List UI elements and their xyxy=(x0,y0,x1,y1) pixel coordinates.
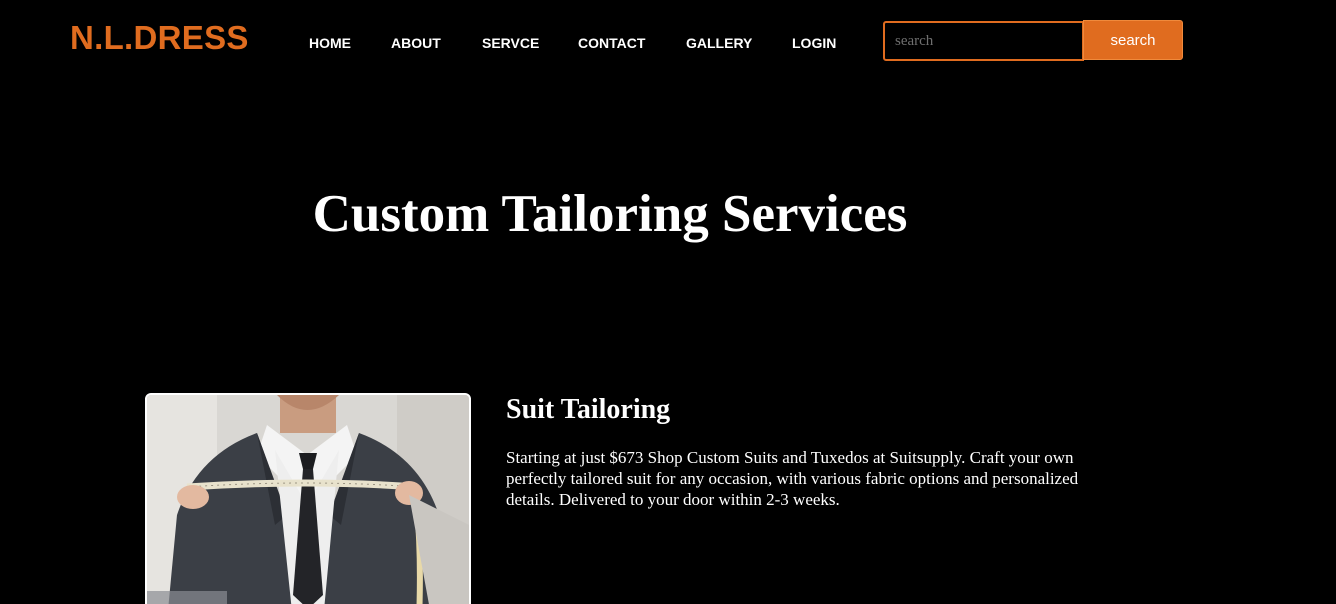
nav-link-gallery[interactable]: GALLERY xyxy=(686,34,752,52)
nav-link-contact[interactable]: CONTACT xyxy=(578,34,645,52)
nav-link-service[interactable]: SERVCE xyxy=(482,34,539,52)
main-navigation: HOME ABOUT SERVCE CONTACT GALLERY LOGIN xyxy=(0,34,900,52)
search-input[interactable] xyxy=(883,21,1084,61)
page-title: Custom Tailoring Services xyxy=(312,185,908,243)
nav-link-about[interactable]: ABOUT xyxy=(391,34,441,52)
service-title: Suit Tailoring xyxy=(506,394,671,425)
nav-link-home[interactable]: HOME xyxy=(309,34,351,52)
suit-tailoring-image xyxy=(145,393,471,604)
nav-link-login[interactable]: LOGIN xyxy=(792,34,836,52)
search-button[interactable]: search xyxy=(1083,20,1183,60)
service-description: Starting at just $673 Shop Custom Suits … xyxy=(506,448,1079,509)
tailor-photo-illustration xyxy=(147,395,469,604)
page: N.L.DRESS HOME ABOUT SERVCE CONTACT GALL… xyxy=(0,0,1336,604)
